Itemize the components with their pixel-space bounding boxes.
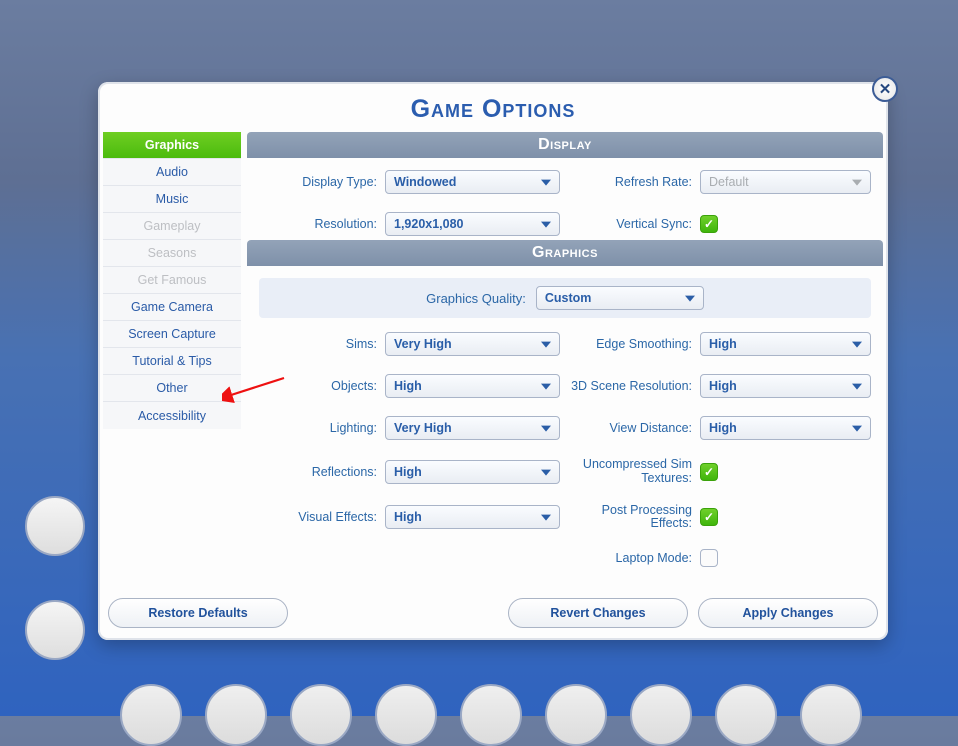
post-processing-checkbox[interactable]: [700, 508, 718, 526]
view-distance-label: View Distance:: [570, 421, 692, 435]
sidebar-tab-graphics[interactable]: Graphics: [103, 132, 241, 159]
sims-select[interactable]: Very High: [385, 332, 560, 356]
view-distance-field: View Distance: High: [570, 416, 871, 440]
scene-resolution-label: 3D Scene Resolution:: [570, 379, 692, 393]
uncompressed-textures-checkbox[interactable]: [700, 463, 718, 481]
display-type-field: Display Type: Windowed: [259, 170, 560, 194]
visual-effects-select[interactable]: High: [385, 505, 560, 529]
content-pane: Display Display Type: Windowed Refresh R…: [247, 132, 883, 590]
view-distance-select[interactable]: High: [700, 416, 871, 440]
scene-resolution-select[interactable]: High: [700, 374, 871, 398]
display-section-header: Display: [247, 132, 883, 158]
restore-defaults-button[interactable]: Restore Defaults: [108, 598, 288, 628]
post-processing-field: Post Processing Effects:: [570, 504, 871, 532]
sidebar-tab-music[interactable]: Music: [103, 186, 241, 213]
reflections-field: Reflections: High: [259, 458, 560, 486]
display-type-label: Display Type:: [259, 175, 377, 189]
close-icon: ✕: [879, 80, 892, 98]
graphics-quality-label: Graphics Quality:: [426, 291, 526, 306]
graphics-quality-row: Graphics Quality: Custom: [259, 278, 871, 318]
sims-field: Sims: Very High: [259, 332, 560, 356]
sidebar-tab-accessibility[interactable]: Accessibility: [103, 402, 241, 429]
objects-field: Objects: High: [259, 374, 560, 398]
sidebar-tab-other[interactable]: Other: [103, 375, 241, 402]
edge-smoothing-field: Edge Smoothing: High: [570, 332, 871, 356]
vertical-sync-checkbox[interactable]: [700, 215, 718, 233]
reflections-select[interactable]: High: [385, 460, 560, 484]
revert-changes-button[interactable]: Revert Changes: [508, 598, 688, 628]
dialog-title: Game Options: [98, 82, 888, 134]
graphics-quality-select[interactable]: Custom: [536, 286, 704, 310]
laptop-mode-label: Laptop Mode:: [570, 551, 692, 565]
refresh-rate-select: Default: [700, 170, 871, 194]
sidebar-tab-seasons: Seasons: [103, 240, 241, 267]
refresh-rate-field: Refresh Rate: Default: [570, 170, 871, 194]
edge-smoothing-label: Edge Smoothing:: [570, 337, 692, 351]
uncompressed-textures-field: Uncompressed Sim Textures:: [570, 458, 871, 486]
sidebar-tab-screen-capture[interactable]: Screen Capture: [103, 321, 241, 348]
reflections-label: Reflections:: [259, 465, 377, 479]
visual-effects-field: Visual Effects: High: [259, 504, 560, 532]
uncompressed-textures-label: Uncompressed Sim Textures:: [570, 458, 692, 486]
sidebar-tab-get-famous: Get Famous: [103, 267, 241, 294]
resolution-label: Resolution:: [259, 217, 377, 231]
lighting-field: Lighting: Very High: [259, 416, 560, 440]
objects-label: Objects:: [259, 379, 377, 393]
edge-smoothing-select[interactable]: High: [700, 332, 871, 356]
graphics-section-header: Graphics: [247, 240, 883, 266]
post-processing-label: Post Processing Effects:: [570, 504, 692, 532]
lighting-select[interactable]: Very High: [385, 416, 560, 440]
sidebar-tab-gameplay: Gameplay: [103, 213, 241, 240]
visual-effects-label: Visual Effects:: [259, 510, 377, 524]
laptop-mode-checkbox[interactable]: [700, 549, 718, 567]
refresh-rate-label: Refresh Rate:: [570, 175, 692, 189]
objects-select[interactable]: High: [385, 374, 560, 398]
scene-resolution-field: 3D Scene Resolution: High: [570, 374, 871, 398]
apply-changes-button[interactable]: Apply Changes: [698, 598, 878, 628]
game-options-dialog: ✕ Game Options GraphicsAudioMusicGamepla…: [98, 82, 888, 640]
resolution-select[interactable]: 1,920x1,080: [385, 212, 560, 236]
sidebar-tab-audio[interactable]: Audio: [103, 159, 241, 186]
vertical-sync-field: Vertical Sync:: [570, 212, 871, 236]
sidebar-tab-tutorial-tips[interactable]: Tutorial & Tips: [103, 348, 241, 375]
laptop-mode-field: Laptop Mode:: [570, 549, 871, 567]
close-button[interactable]: ✕: [872, 76, 898, 102]
sidebar-tab-game-camera[interactable]: Game Camera: [103, 294, 241, 321]
footer: Restore Defaults Revert Changes Apply Ch…: [108, 596, 878, 630]
display-type-select[interactable]: Windowed: [385, 170, 560, 194]
sidebar: GraphicsAudioMusicGameplaySeasonsGet Fam…: [103, 132, 241, 590]
vertical-sync-label: Vertical Sync:: [570, 217, 692, 231]
resolution-field: Resolution: 1,920x1,080: [259, 212, 560, 236]
sims-label: Sims:: [259, 337, 377, 351]
lighting-label: Lighting:: [259, 421, 377, 435]
